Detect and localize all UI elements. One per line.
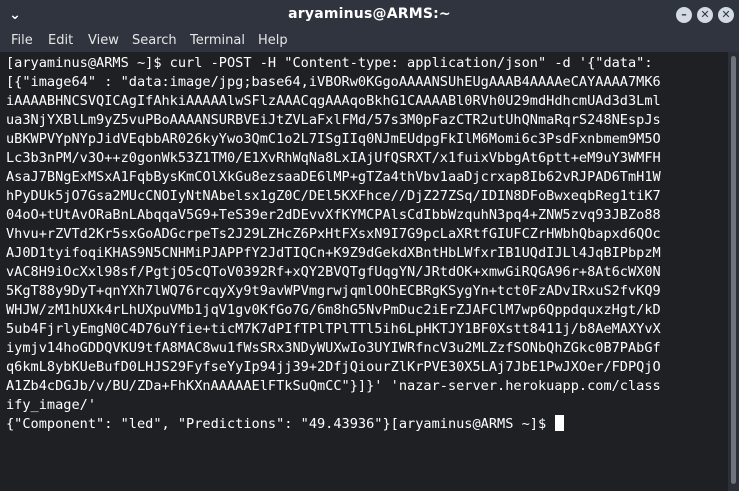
terminal-line: 5ub4FjrlyEmgN0C4D76uYfie+ticM7K7dPIfTPlT…	[6, 321, 661, 337]
menu-help[interactable]: Help	[258, 33, 288, 48]
terminal-line: iymjv14hoGDDQVKU9tfA8MAC8wu1fWsSRx3NDyWU…	[6, 340, 661, 356]
terminal-last-line-text: {"Component": "led", "Predictions": "49.…	[6, 416, 555, 432]
window-title: aryaminus@ARMS:~	[288, 6, 451, 22]
terminal-line: AsaJ7BNgExMSxA1FqbBysKmCOlXkGu8ezsaaDE6l…	[6, 169, 661, 185]
terminal-line: [{"image64" : "data:image/jpg;base64,iVB…	[6, 74, 661, 90]
terminal-line: 5KgT88y9DyT+qnYXh7lWQ76rcqyXy9t9avWPVmgr…	[6, 283, 661, 299]
terminal-line: [aryaminus@ARMS ~]$ curl -POST -H "Conte…	[6, 55, 653, 71]
terminal-line: iAAAABHNCSVQICAgIfAhkiAAAAAlwSFlzAAACqgA…	[6, 93, 661, 109]
menu-terminal[interactable]: Terminal	[190, 33, 245, 48]
terminal-line: {"Component": "led", "Predictions": "49.…	[6, 415, 565, 434]
terminal-line: uBKWPVYpNYpJidVEqbbAR026kyYwo3QmC1o2L7IS…	[6, 131, 661, 147]
terminal-output[interactable]: [aryaminus@ARMS ~]$ curl -POST -H "Conte…	[0, 52, 728, 491]
menu-file[interactable]: File	[11, 33, 33, 48]
terminal-line: A1Zb4cDGJb/v/BU/ZDa+FhKXnAAAAAElFTkSuQmC…	[6, 378, 661, 394]
close-icon[interactable]: ✕	[718, 7, 734, 23]
minimize-icon[interactable]: –	[676, 7, 692, 23]
maximize-icon[interactable]: ✕	[697, 7, 713, 23]
terminal-line: ua3NjYXBlLm9yZ5vuPBoAAAANSURBVEiJtZVLaFx…	[6, 112, 661, 128]
terminal-line: q6kmL8ybKUeBufD0LHJS29FyfseYyIp94jj39+2D…	[6, 359, 661, 375]
terminal-line: Vhvu+rZVTd2Kr5sxGoADGcrpeTs2J29LZHcZ6PxH…	[6, 226, 661, 242]
terminal-window: ⌄ aryaminus@ARMS:~ – ✕ ✕ File Edit View …	[0, 0, 739, 491]
terminal-line: 04oO+tUtAvORaBnLAbqqaV5G9+TeS39er2dDEvvX…	[6, 207, 661, 223]
vertical-scrollbar[interactable]	[728, 52, 739, 491]
terminal-line: hPyDUk5jO7Gsa2MUcCNOIyNtNAbelsx1gZ0C/DEl…	[6, 188, 661, 204]
terminal-line: vAC8H9iOcXxl98sf/PgtjO5cQToV0392Rf+xQY2B…	[6, 264, 661, 280]
menu-view[interactable]: View	[88, 33, 119, 48]
terminal-line: ify_image/'	[6, 397, 97, 413]
text-cursor	[555, 415, 565, 431]
menu-search[interactable]: Search	[132, 33, 177, 48]
menu-edit[interactable]: Edit	[48, 33, 73, 48]
title-bar[interactable]: ⌄ aryaminus@ARMS:~ – ✕ ✕	[0, 0, 739, 30]
scrollbar-thumb[interactable]	[731, 56, 736, 484]
terminal-line: WHJW/zM1hUXk4rLhUXpuVMb1jqV1gv0KfGo7G/6m…	[6, 302, 661, 318]
terminal-line: Lc3b3nPM/v3O++z0gonWk53Z1TM0/E1XvRhWqNa8…	[6, 150, 661, 166]
menu-bar: File Edit View Search Terminal Help	[0, 30, 739, 52]
terminal-line: AJ0D1tyifoqiKHAS9N5CNHMiPJAPPfY2JdTIQCn+…	[6, 245, 661, 261]
